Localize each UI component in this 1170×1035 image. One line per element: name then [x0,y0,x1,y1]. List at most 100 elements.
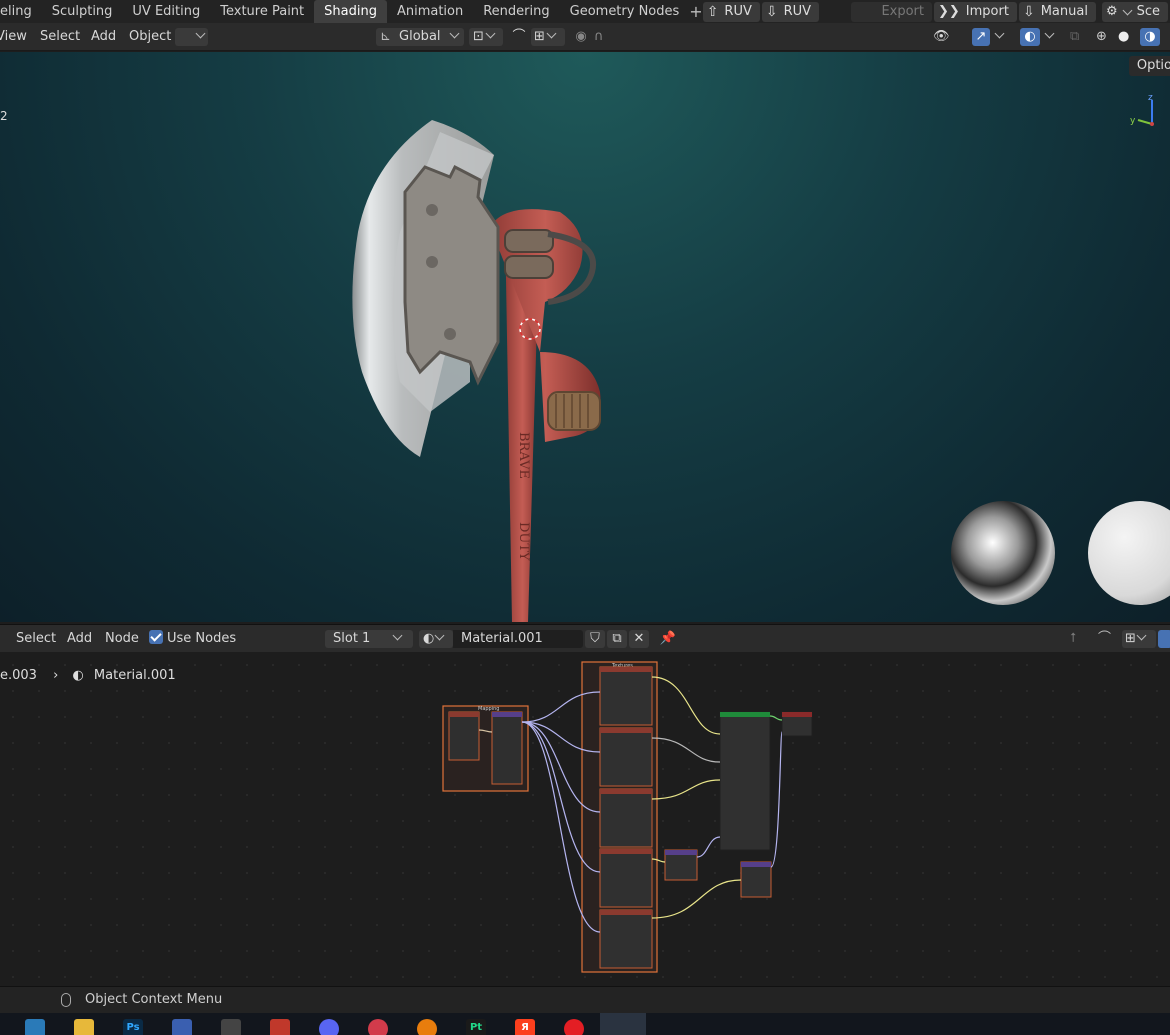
tab-animation[interactable]: Animation [387,0,473,23]
solid-shading-button[interactable]: ● [1118,28,1138,46]
download-icon: ⇩ [765,3,778,20]
blender-icon[interactable] [417,1019,437,1035]
fake-user-button[interactable]: ⛉ [585,630,605,648]
chevron-right-icon: › [53,668,59,683]
object-menu[interactable]: Object [129,28,171,46]
snap-target-dropdown[interactable]: ⊞ [531,28,565,46]
use-nodes-checkbox[interactable]: Use Nodes [149,630,236,648]
wireframe-shading-button[interactable]: ⊕ [1096,28,1116,46]
orientation-label: Global [399,29,441,44]
scene-label: Sce [1136,3,1160,19]
eye-icon: 👁 [933,29,950,44]
unlink-material-button[interactable]: ✕ [629,630,649,648]
chevron-down-icon [434,630,445,641]
node-add-menu[interactable]: Add [67,630,92,648]
viewport-header: View Select Add Object ⊾ Global ⊡ ⌒ ⊞ ◉ … [0,23,1170,51]
substance-icon[interactable] [270,1019,290,1035]
view-menu[interactable]: View [0,28,27,46]
tab-modeling[interactable]: eling [0,0,42,23]
visibility-dropdown[interactable]: 👁 [933,28,965,46]
tab-texture-paint[interactable]: Texture Paint [210,0,314,23]
status-bar: Object Context Menu [0,986,1170,1013]
add-workspace-button[interactable]: + [689,2,702,21]
axe-wrench-model[interactable]: BRAVE DUTY [0,52,1170,622]
xray-toggle[interactable]: ⧉ [1070,28,1088,46]
add-menu[interactable]: Add [91,28,116,46]
file-explorer-icon[interactable] [74,1019,94,1035]
image-texture-nodes[interactable] [599,666,653,969]
object-mode-dropdown[interactable] [175,28,208,46]
yandex-browser-icon[interactable] [564,1019,584,1035]
material-name-field[interactable]: Material.001 [453,630,583,648]
tab-rendering[interactable]: Rendering [473,0,559,23]
snap-icon[interactable]: ⌒ [509,28,529,46]
arrow-up-icon: ⭡ [1070,631,1077,646]
tab-sculpting[interactable]: Sculpting [42,0,123,23]
chevron-down-icon [1044,28,1055,39]
material-preview-button[interactable]: ◑ [1140,28,1160,46]
select-menu[interactable]: Select [40,28,80,46]
texcoord-node[interactable] [448,711,480,761]
chevron-down-icon [994,28,1005,39]
pin-icon: 📌 [659,631,677,646]
node-snap-button[interactable]: ⌒ [1098,630,1118,648]
overlay-dropdown[interactable] [1044,28,1058,46]
falloff-icon[interactable]: ∩ [594,28,624,46]
red-app-icon[interactable] [368,1019,388,1035]
gizmo-toggle[interactable]: ↗ [972,28,990,46]
chevron-down-icon [485,28,496,39]
discord-icon[interactable] [319,1019,339,1035]
svg-text:BRAVE: BRAVE [516,432,531,479]
pycharm-icon[interactable]: Pt [466,1019,486,1035]
tab-shading[interactable]: Shading [314,0,387,23]
manual-button[interactable]: ⇩ Manual [1018,1,1096,22]
material-sphere-icon: ◐ [423,631,435,646]
copy-icon: ⧉ [612,631,622,646]
yandex-icon[interactable]: Я [515,1019,535,1035]
context-menu-hint: Object Context Menu [85,992,223,1007]
material-sphere-icon: ◐ [72,668,84,683]
principled-bsdf-node[interactable] [719,711,771,851]
duplicate-material-button[interactable]: ⧉ [607,630,627,648]
node-editor-header: Select Add Node Use Nodes Slot 1 ◐ Mater… [0,624,1170,652]
node-select-menu[interactable]: Select [16,630,56,648]
node-graph[interactable]: Mapping Textures [0,652,1170,984]
3d-viewport[interactable]: Optio 2 z y BRAVE DUTY [0,52,1170,622]
ruv-button-1[interactable]: ⇧ RUV [702,1,760,22]
use-nodes-label: Use Nodes [167,631,237,646]
blender-active-icon[interactable] [600,1013,646,1035]
proportional-edit-icon[interactable]: ◉ [571,28,591,46]
pivot-dropdown[interactable]: ⊡ [469,28,503,46]
shield-icon: ⛉ [590,631,600,646]
material-browse-button[interactable]: ◐ [419,630,453,648]
checkbox-checked-icon [149,630,163,644]
node-editor-canvas[interactable]: Mapping Textures [0,652,1170,984]
overlay-toggle[interactable]: ◐ [1020,28,1040,46]
grid-snap-icon: ⊞ [1125,631,1136,646]
overlay-toggle-node[interactable] [1158,630,1170,648]
gizmo-dropdown[interactable] [994,28,1008,46]
mapping-node[interactable] [491,711,523,785]
separate-node[interactable] [740,861,772,898]
export-button[interactable]: Export [851,1,932,22]
ruv-label-2: RUV [783,3,812,19]
scene-selector[interactable]: ⚙ Sce [1101,1,1168,22]
transform-orientation-dropdown[interactable]: ⊾ Global [376,28,464,46]
slot-dropdown[interactable]: Slot 1 [325,630,413,648]
chevron-down-icon [1136,630,1147,641]
app-icon[interactable] [172,1019,192,1035]
node-menu[interactable]: Node [105,630,139,648]
pin-button[interactable]: 📌 [659,630,677,648]
windows-start-icon[interactable] [25,1019,45,1035]
calculator-icon[interactable] [221,1019,241,1035]
chevron-down-icon [546,28,557,39]
node-snap-dropdown[interactable]: ⊞ [1122,630,1156,648]
ruv-button-2[interactable]: ⇩ RUV [761,1,820,22]
manual-label: Manual [1040,3,1088,19]
import-button[interactable]: ❯❯ Import [934,1,1017,22]
tab-geometry-nodes[interactable]: Geometry Nodes [560,0,690,23]
parent-node-tree-button[interactable]: ⭡ [1070,630,1090,648]
material-name: Material.001 [461,631,543,646]
tab-uv-editing[interactable]: UV Editing [122,0,210,23]
photoshop-icon[interactable]: Ps [123,1019,143,1035]
